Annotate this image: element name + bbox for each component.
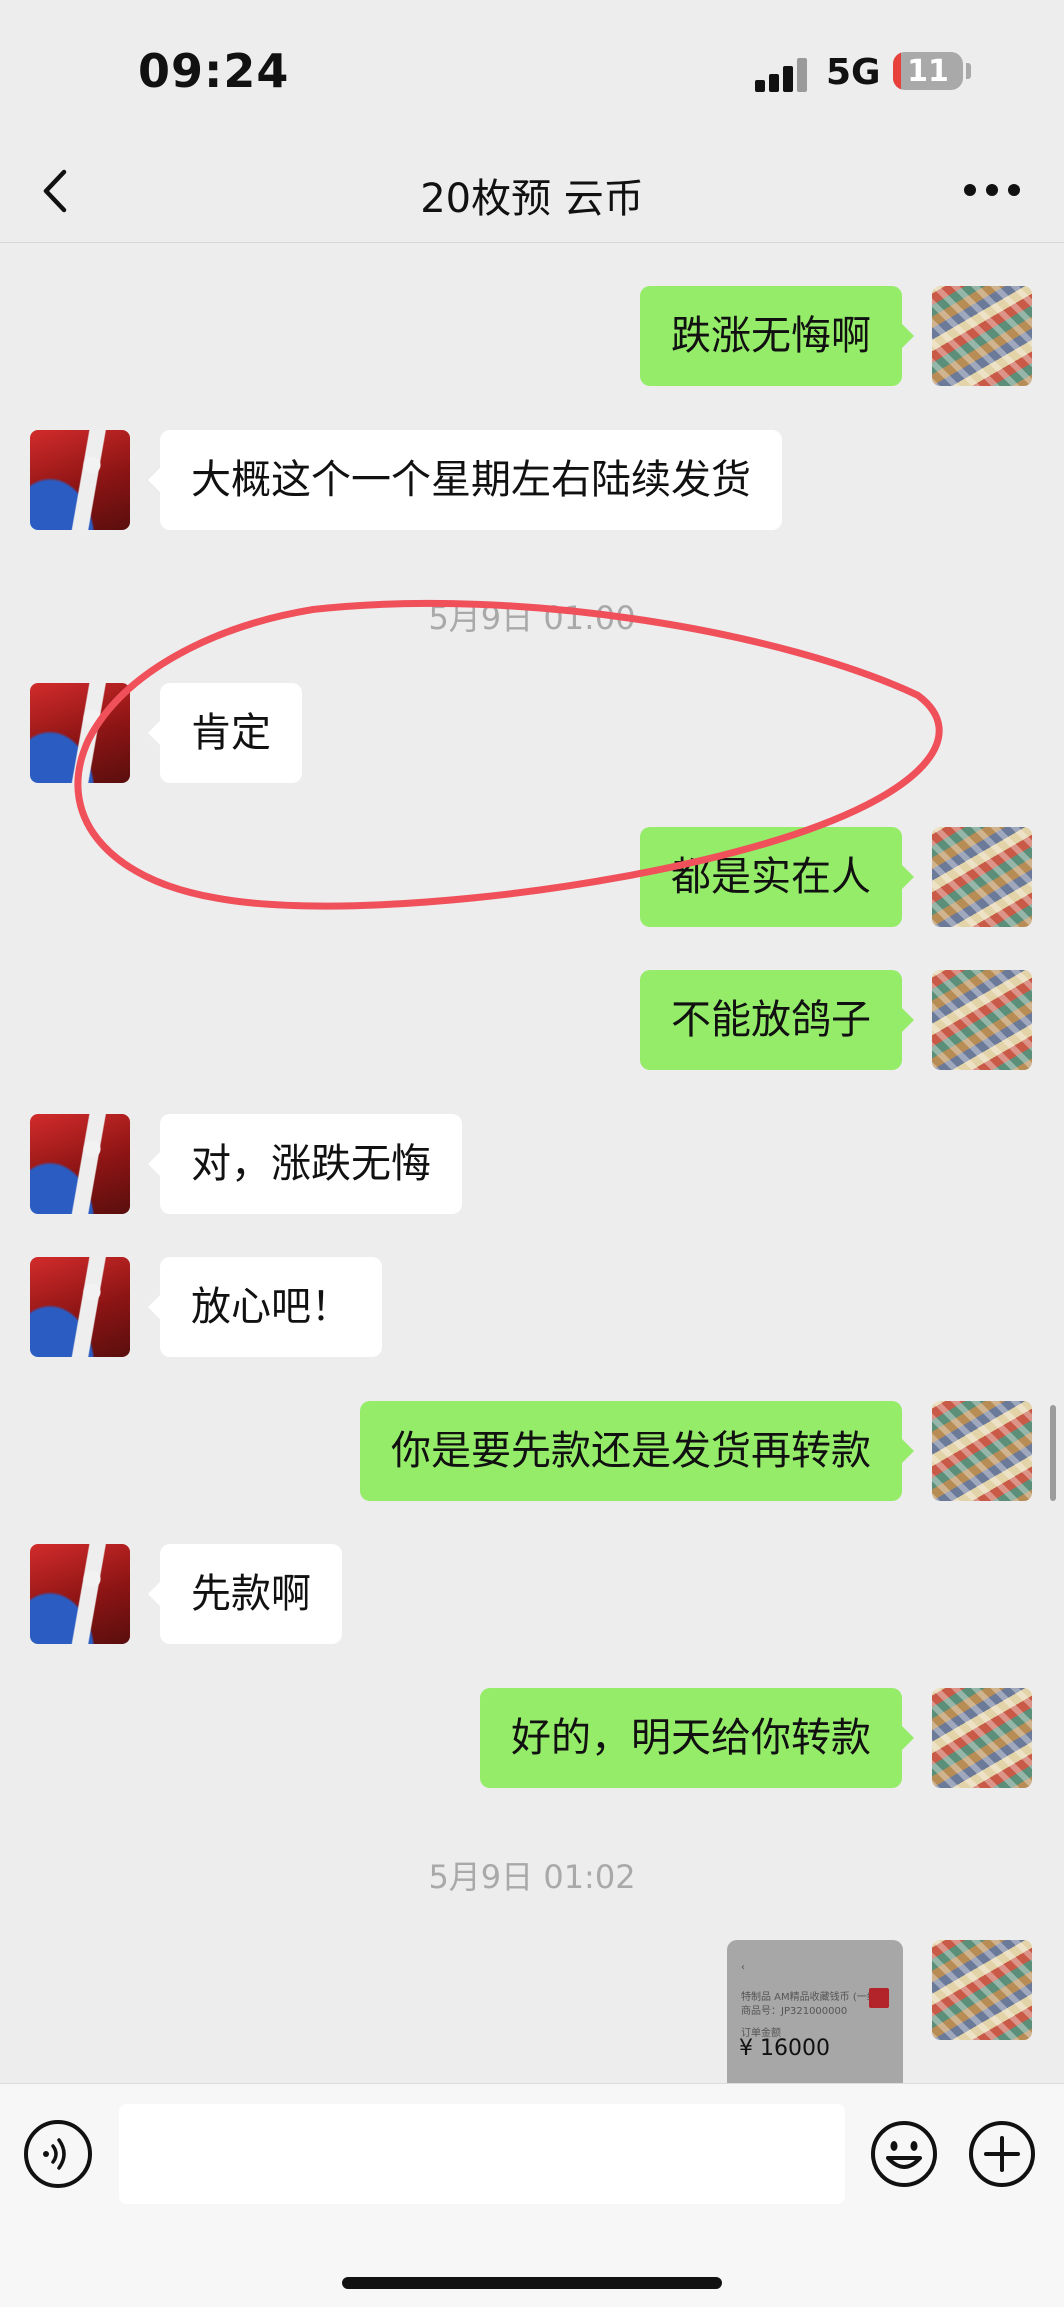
emoji-icon[interactable]: [870, 2120, 938, 2188]
message-bubble-incoming[interactable]: 对，涨跌无悔: [148, 1114, 462, 1214]
chat-title: 20枚预 云币: [420, 176, 644, 222]
plus-icon[interactable]: [968, 2120, 1036, 2188]
my-avatar[interactable]: [932, 1688, 1032, 1788]
my-avatar[interactable]: [932, 1401, 1032, 1501]
contact-avatar[interactable]: [30, 1257, 130, 1357]
message-bubble-incoming[interactable]: 大概这个一个星期左右陆续发货: [148, 430, 782, 530]
message-bubble-incoming[interactable]: 先款啊: [148, 1544, 342, 1644]
message-bubble-outgoing[interactable]: 跌涨无悔啊: [640, 286, 914, 386]
message-bubble-outgoing[interactable]: 好的，明天给你转款: [480, 1688, 914, 1788]
network-type: 5G: [826, 52, 881, 93]
card-product-name: 特制品 AM精品收藏钱币 (一组): [741, 1992, 881, 2003]
input-toolbar: [0, 2083, 1064, 2307]
contact-avatar[interactable]: [30, 1544, 130, 1644]
status-time: 09:24: [138, 44, 290, 98]
card-product-thumbnail: [869, 1988, 889, 2008]
my-avatar[interactable]: [932, 1940, 1032, 2040]
message-bubble-outgoing[interactable]: 不能放鸽子: [640, 970, 914, 1070]
chat-header: 20枚预 云币: [0, 140, 1064, 243]
card-back-icon: ‹: [741, 1962, 745, 1973]
contact-avatar[interactable]: [30, 430, 130, 530]
voice-input-icon[interactable]: [24, 2120, 92, 2188]
card-product-id: 商品号：JP321000000: [741, 2006, 848, 2017]
message-list[interactable]: 跌涨无悔啊 大概这个一个星期左右陆续发货 5月9日 01:00 肯定 都是实在人…: [0, 243, 1064, 2083]
message-bubble-outgoing[interactable]: 你是要先款还是发货再转款: [360, 1401, 914, 1501]
home-indicator[interactable]: [342, 2277, 722, 2289]
status-bar: 09:24 5G 11: [0, 0, 1064, 140]
my-avatar[interactable]: [932, 970, 1032, 1070]
contact-avatar[interactable]: [30, 1114, 130, 1214]
more-options-icon[interactable]: [964, 184, 1020, 198]
message-bubble-incoming[interactable]: 放心吧！: [148, 1257, 382, 1357]
battery-icon: 11: [893, 52, 963, 90]
scrollbar[interactable]: [1050, 1405, 1056, 1501]
card-amount: ¥ 16000: [739, 2036, 830, 2061]
my-avatar[interactable]: [932, 286, 1032, 386]
battery-level: 11: [907, 54, 949, 89]
battery-cap: [966, 63, 971, 79]
message-input[interactable]: [119, 2104, 845, 2204]
red-circle-annotation: [74, 599, 943, 910]
signal-icon: [755, 56, 819, 92]
shared-product-card[interactable]: ‹ 特制品 AM精品收藏钱币 (一组) 商品号：JP321000000 订单金额…: [727, 1940, 903, 2083]
message-timestamp: 5月9日 01:02: [428, 1858, 636, 1896]
